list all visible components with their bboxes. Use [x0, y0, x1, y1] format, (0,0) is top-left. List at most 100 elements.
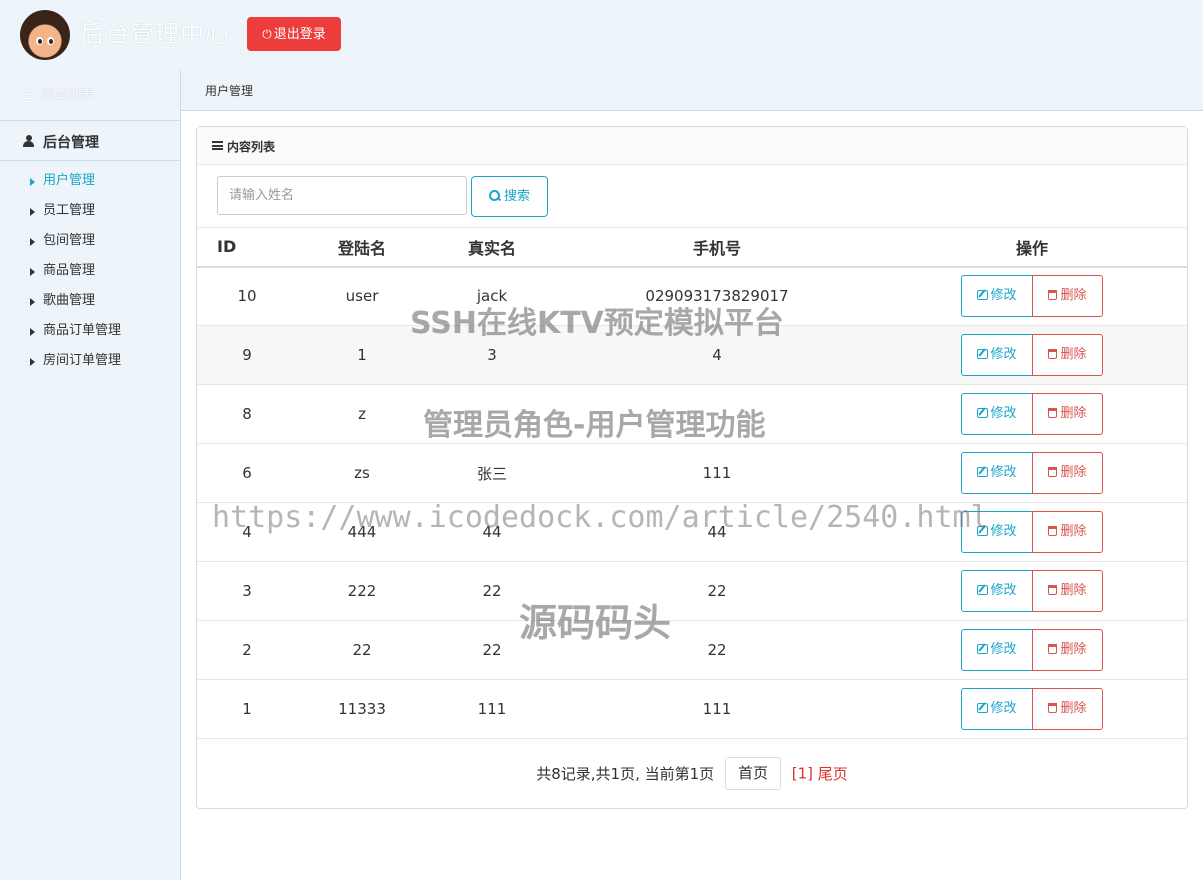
edit-button[interactable]: 修改 [961, 393, 1033, 435]
table-row: 1 11333 111 111 修改 删除 [197, 679, 1187, 739]
edit-icon [977, 703, 989, 713]
logout-button[interactable]: ⏻ 退出登录 [247, 17, 341, 51]
cell-id: 3 [197, 561, 297, 621]
caret-right-icon [30, 208, 35, 216]
sidebar-nav: 用户管理 员工管理 包间管理 商品管理 歌曲管理 商品订单管理 房间订单管理 [0, 170, 180, 380]
trash-icon [1047, 585, 1057, 595]
cell-actions: 修改 删除 [877, 620, 1187, 680]
table-row: 9 1 3 4 修改 删除 [197, 325, 1187, 385]
cell-phone: 111 [557, 679, 877, 739]
breadcrumb: 用户管理 [205, 84, 254, 98]
logout-label: 退出登录 [273, 27, 326, 42]
delete-button[interactable]: 删除 [1031, 334, 1103, 376]
edit-button[interactable]: 修改 [961, 629, 1033, 671]
cell-login: 444 [297, 502, 427, 562]
search-button[interactable]: 搜索 [471, 176, 548, 217]
sidebar-item-staff[interactable]: 员工管理 [0, 200, 180, 230]
sidebar-item-label: 歌曲管理 [43, 293, 96, 308]
sidebar-item-product-orders[interactable]: 商品订单管理 [0, 320, 180, 350]
cell-login: 222 [297, 561, 427, 621]
avatar [20, 10, 70, 60]
caret-right-icon [30, 358, 35, 366]
menu-title-label: 菜单列表 [41, 88, 94, 103]
table-row: 6 zs 张三 111 修改 删除 [197, 443, 1187, 503]
cell-phone [557, 384, 877, 444]
cell-id: 10 [197, 266, 297, 326]
edit-icon [977, 290, 989, 301]
edit-label: 修改 [990, 347, 1017, 362]
panel-header: 内容列表 [197, 127, 1187, 165]
sidebar-item-products[interactable]: 商品管理 [0, 260, 180, 290]
delete-button[interactable]: 删除 [1031, 511, 1103, 553]
trash-icon [1047, 703, 1057, 713]
delete-button[interactable]: 删除 [1031, 393, 1103, 435]
cell-realname: 张三 [427, 443, 557, 503]
cell-realname: 3 [427, 325, 557, 385]
sidebar-item-room-orders[interactable]: 房间订单管理 [0, 350, 180, 380]
user-icon [23, 135, 34, 147]
sidebar-group-label: 后台管理 [43, 135, 99, 151]
cell-phone: 22 [557, 620, 877, 680]
current-page-link[interactable]: [1] [792, 765, 813, 783]
app-title: 后台管理中心 [80, 20, 230, 48]
cell-realname: 44 [427, 502, 557, 562]
panel-title: 内容列表 [227, 140, 276, 154]
cell-realname [427, 384, 557, 444]
cell-id: 1 [197, 679, 297, 739]
col-header-id: ID [197, 227, 297, 268]
edit-button[interactable]: 修改 [961, 570, 1033, 612]
sidebar: ☰ 菜单列表 后台管理 用户管理 员工管理 包间管理 商品管理 歌曲管理 商品订单… [0, 70, 181, 880]
edit-button[interactable]: 修改 [961, 511, 1033, 553]
col-header-login: 登陆名 [297, 227, 427, 268]
sidebar-item-songs[interactable]: 歌曲管理 [0, 290, 180, 320]
cell-phone: 44 [557, 502, 877, 562]
cell-login: 22 [297, 620, 427, 680]
edit-button[interactable]: 修改 [961, 452, 1033, 494]
cell-login: z [297, 384, 427, 444]
trash-icon [1047, 349, 1057, 359]
delete-button[interactable]: 删除 [1031, 452, 1103, 494]
search-icon [488, 190, 500, 201]
delete-button[interactable]: 删除 [1031, 275, 1103, 318]
trash-icon [1047, 408, 1057, 418]
col-header-realname: 真实名 [427, 227, 557, 268]
caret-right-icon [30, 328, 35, 336]
sidebar-item-label: 包间管理 [43, 233, 96, 248]
delete-button[interactable]: 删除 [1031, 688, 1103, 730]
edit-button[interactable]: 修改 [961, 334, 1033, 376]
breadcrumb-bar: 用户管理 [181, 70, 1203, 111]
table-row: 4 444 44 44 修改 删除 [197, 502, 1187, 562]
edit-label: 修改 [990, 524, 1017, 539]
trash-icon [1047, 290, 1057, 301]
edit-label: 修改 [990, 288, 1017, 304]
delete-label: 删除 [1060, 524, 1087, 539]
search-input[interactable] [217, 176, 467, 215]
sidebar-group-admin[interactable]: 后台管理 [0, 121, 180, 161]
top-header: 后台管理中心 ⏻ 退出登录 [0, 0, 1203, 70]
edit-icon [977, 349, 989, 359]
delete-button[interactable]: 删除 [1031, 629, 1103, 671]
last-page-link[interactable]: 尾页 [818, 765, 848, 783]
cell-phone: 029093173829017 [557, 266, 877, 326]
cell-actions: 修改 删除 [877, 679, 1187, 739]
edit-icon [977, 526, 989, 536]
sidebar-item-user[interactable]: 用户管理 [0, 170, 180, 200]
cell-actions: 修改 删除 [877, 325, 1187, 385]
first-page-button[interactable]: 首页 [724, 757, 781, 790]
cell-phone: 111 [557, 443, 877, 503]
edit-label: 修改 [990, 642, 1017, 657]
sidebar-item-label: 商品管理 [43, 263, 96, 278]
edit-label: 修改 [990, 406, 1017, 421]
edit-button[interactable]: 修改 [961, 275, 1033, 318]
sidebar-item-rooms[interactable]: 包间管理 [0, 230, 180, 260]
menu-bars-icon: ☰ [22, 88, 34, 103]
edit-icon [977, 585, 989, 595]
delete-label: 删除 [1060, 288, 1087, 304]
power-icon: ⏻ [262, 27, 272, 41]
cell-actions: 修改 删除 [877, 384, 1187, 444]
delete-button[interactable]: 删除 [1031, 570, 1103, 612]
edit-button[interactable]: 修改 [961, 688, 1033, 730]
user-table: ID 登陆名 真实名 手机号 操作 10 user jack 029093173… [197, 227, 1187, 739]
cell-login: 11333 [297, 679, 427, 739]
sidebar-item-label: 用户管理 [43, 173, 96, 188]
